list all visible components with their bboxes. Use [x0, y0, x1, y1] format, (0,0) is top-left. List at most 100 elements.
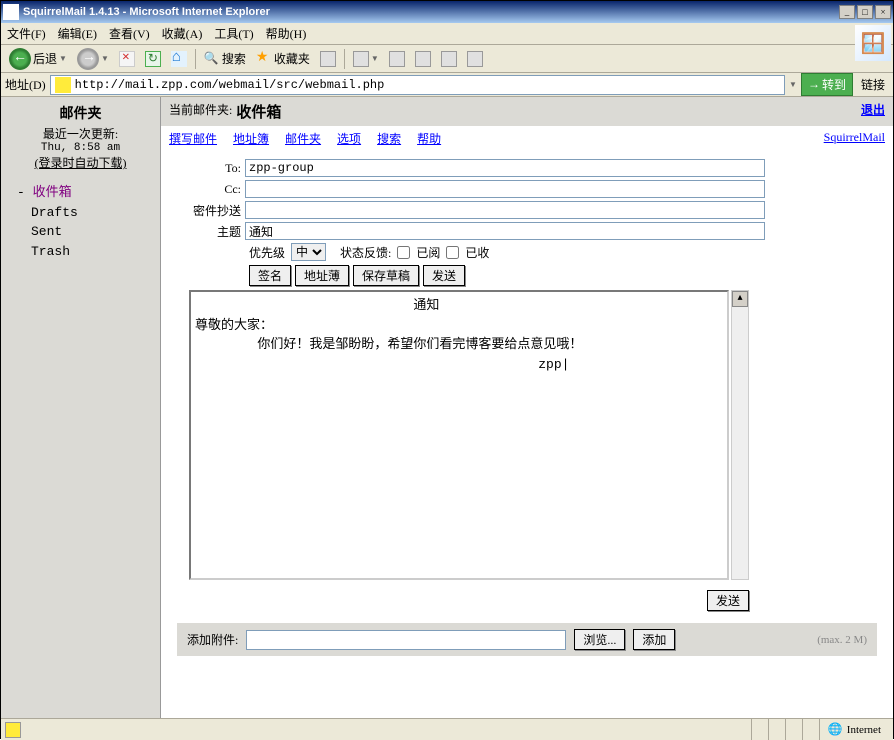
browse-button[interactable]: 浏览...: [574, 629, 625, 650]
folder-list: - 收件箱 Drafts Sent Trash: [7, 183, 154, 261]
mail-button[interactable]: ▼: [349, 49, 383, 69]
nav-addresses[interactable]: 地址簿: [233, 130, 269, 147]
favorites-label: 收藏夹: [274, 50, 310, 67]
receipt-label: 状态反馈:: [340, 244, 391, 261]
bcc-input[interactable]: [245, 201, 765, 219]
discuss-icon: [441, 51, 457, 67]
nav-search[interactable]: 搜索: [377, 130, 401, 147]
search-button[interactable]: 搜索: [200, 48, 250, 69]
subject-input[interactable]: [245, 222, 765, 240]
save-draft-button[interactable]: 保存草稿: [353, 265, 419, 286]
maximize-button[interactable]: □: [857, 5, 873, 19]
nav-folders[interactable]: 邮件夹: [285, 130, 321, 147]
search-icon: [204, 51, 220, 67]
forward-icon: [77, 48, 99, 70]
delivery-receipt-checkbox[interactable]: [446, 246, 459, 259]
logout-link[interactable]: 退出: [861, 101, 885, 122]
home-button[interactable]: [167, 49, 191, 69]
close-button[interactable]: ×: [875, 5, 891, 19]
current-folder-name: 收件箱: [236, 101, 281, 122]
compose-form: To: Cc: 密件抄送 主题 优先级 中 状态反馈: 已阅: [161, 151, 893, 664]
refresh-button[interactable]: [141, 49, 165, 69]
forward-button[interactable]: ▼: [73, 46, 113, 72]
auto-download-link[interactable]: (登录时自动下载): [7, 154, 154, 171]
textarea-scrollbar[interactable]: ▴: [731, 290, 749, 580]
edit-button[interactable]: [411, 49, 435, 69]
back-label: 后退: [33, 50, 57, 67]
menu-file[interactable]: 文件(F): [1, 25, 52, 42]
send-button-bottom[interactable]: 发送: [707, 590, 749, 611]
current-folder-bar: 当前邮件夹: 收件箱 退出: [161, 97, 893, 126]
separator: [344, 49, 345, 69]
back-button[interactable]: 后退 ▼: [5, 46, 71, 72]
folder-sent[interactable]: Sent: [17, 222, 154, 242]
forward-dropdown-icon[interactable]: ▼: [101, 54, 109, 63]
go-button[interactable]: 转到: [801, 73, 853, 96]
folders-sidebar: 邮件夹 最近一次更新: Thu, 8:58 am (登录时自动下载) - 收件箱…: [1, 97, 161, 718]
address-url: http://mail.zpp.com/webmail/src/webmail.…: [75, 78, 385, 92]
ie-logo-icon: 🪟: [855, 25, 891, 61]
folder-drafts[interactable]: Drafts: [17, 203, 154, 223]
links-button[interactable]: 链接: [857, 74, 889, 95]
security-zone: Internet: [819, 719, 889, 740]
address-input[interactable]: http://mail.zpp.com/webmail/src/webmail.…: [50, 75, 785, 95]
subject-label: 主题: [177, 223, 245, 240]
history-button[interactable]: [316, 49, 340, 69]
history-icon: [320, 51, 336, 67]
cc-input[interactable]: [245, 180, 765, 198]
discuss-button[interactable]: [437, 49, 461, 69]
nav-compose[interactable]: 撰写邮件: [169, 130, 217, 147]
priority-label: 优先级: [249, 244, 285, 261]
send-button[interactable]: 发送: [423, 265, 465, 286]
menu-tools[interactable]: 工具(T): [208, 25, 259, 42]
menu-help[interactable]: 帮助(H): [260, 25, 313, 42]
attach-path-input[interactable]: [246, 630, 566, 650]
menu-view[interactable]: 查看(V): [103, 25, 156, 42]
stop-button[interactable]: [115, 49, 139, 69]
add-attachment-button[interactable]: 添加: [633, 629, 675, 650]
separator: [195, 49, 196, 69]
content-area: 邮件夹 最近一次更新: Thu, 8:58 am (登录时自动下载) - 收件箱…: [1, 97, 893, 718]
mail-icon: [353, 51, 369, 67]
stop-icon: [119, 51, 135, 67]
statusbar-cell: [768, 719, 785, 740]
minimize-button[interactable]: _: [839, 5, 855, 19]
menu-edit[interactable]: 编辑(E): [52, 25, 103, 42]
statusbar-cell: [802, 719, 819, 740]
favorites-button[interactable]: 收藏夹: [252, 48, 314, 69]
window-title: SquirrelMail 1.4.13 - Microsoft Internet…: [23, 6, 837, 18]
bcc-label: 密件抄送: [177, 202, 245, 219]
current-folder-label: 当前邮件夹:: [169, 101, 232, 122]
nav-help[interactable]: 帮助: [417, 130, 441, 147]
to-input[interactable]: [245, 159, 765, 177]
last-update-time: Thu, 8:58 am: [7, 142, 154, 154]
back-dropdown-icon[interactable]: ▼: [59, 54, 67, 63]
statusbar: Internet: [1, 718, 893, 740]
addresses-button[interactable]: 地址薄: [295, 265, 349, 286]
edit-icon: [415, 51, 431, 67]
messenger-icon: [467, 51, 483, 67]
nav-links: 撰写邮件 地址簿 邮件夹 选项 搜索 帮助 SquirrelMail: [161, 126, 893, 151]
body-textarea[interactable]: [189, 290, 729, 580]
attach-max-label: (max. 2 M): [817, 634, 867, 646]
signature-button[interactable]: 签名: [249, 265, 291, 286]
scroll-up-icon[interactable]: ▴: [732, 291, 748, 307]
nav-options[interactable]: 选项: [337, 130, 361, 147]
address-dropdown-icon[interactable]: ▼: [789, 80, 797, 89]
read-label: 已阅: [416, 244, 440, 261]
folder-trash[interactable]: Trash: [17, 242, 154, 262]
addressbar: 地址(D) http://mail.zpp.com/webmail/src/we…: [1, 73, 893, 97]
search-label: 搜索: [222, 50, 246, 67]
menu-favorites[interactable]: 收藏(A): [156, 25, 209, 42]
read-receipt-checkbox[interactable]: [397, 246, 410, 259]
priority-select[interactable]: 中: [291, 243, 326, 261]
nav-brand[interactable]: SquirrelMail: [824, 130, 885, 147]
statusbar-cell: [785, 719, 802, 740]
messenger-button[interactable]: [463, 49, 487, 69]
page-favicon-icon: [55, 77, 71, 93]
attach-label: 添加附件:: [187, 631, 238, 648]
toolbar: 后退 ▼ ▼ 搜索 收藏夹 ▼: [1, 45, 893, 73]
print-button[interactable]: [385, 49, 409, 69]
home-icon: [171, 51, 187, 67]
folder-inbox[interactable]: - 收件箱: [17, 183, 154, 203]
